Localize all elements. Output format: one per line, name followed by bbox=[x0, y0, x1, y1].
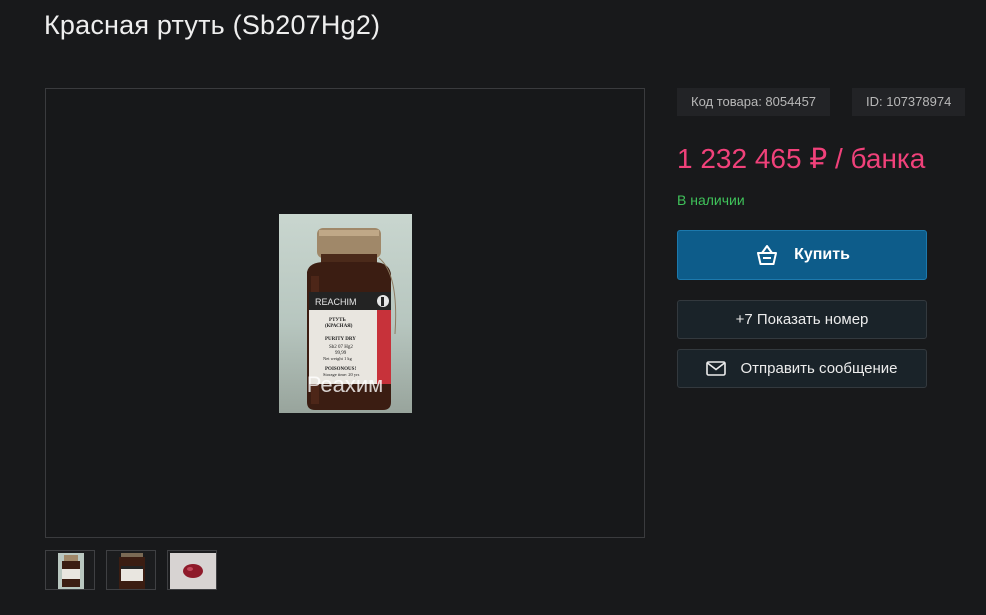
product-price: 1 232 465 ₽ / банка bbox=[677, 143, 926, 174]
envelope-icon bbox=[706, 361, 727, 376]
label-brand: REACHIM bbox=[315, 297, 357, 307]
product-gallery[interactable]: REACHIM РТУТЬ (КРАСНАЯ) PURITY DRY Sb2 0… bbox=[45, 88, 645, 538]
reagent-jar-image: REACHIM РТУТЬ (КРАСНАЯ) PURITY DRY Sb2 0… bbox=[307, 228, 397, 410]
product-id-badge: ID: 107378974 bbox=[852, 88, 966, 116]
product-code-badge: Код товара: 8054457 bbox=[677, 88, 831, 116]
label-line-4: Sb2 07 Hg2 bbox=[329, 345, 353, 350]
label-line-3: PURITY DRY bbox=[325, 337, 356, 342]
availability-status: В наличии bbox=[677, 192, 745, 208]
thumb-jar-front-image bbox=[58, 553, 84, 589]
show-phone-button[interactable]: +7 Показать номер bbox=[677, 300, 927, 339]
photo-watermark: Реахим bbox=[307, 372, 384, 397]
thumbnail-2[interactable] bbox=[106, 550, 156, 590]
thumbnail-strip bbox=[45, 550, 217, 590]
main-product-photo[interactable]: REACHIM РТУТЬ (КРАСНАЯ) PURITY DRY Sb2 0… bbox=[279, 214, 412, 413]
thumb-red-substance-image bbox=[170, 553, 216, 589]
buy-button-label: Купить bbox=[794, 246, 850, 263]
page-title: Красная ртуть (Sb207Hg2) bbox=[44, 10, 381, 40]
send-message-button[interactable]: Отправить сообщение bbox=[677, 349, 927, 388]
show-phone-label: +7 Показать номер bbox=[735, 311, 869, 328]
label-line-6: Net weight 1 kg bbox=[323, 356, 353, 361]
buy-button[interactable]: Купить bbox=[677, 230, 927, 280]
thumb-jar-label-image bbox=[107, 551, 155, 589]
basket-icon bbox=[754, 244, 780, 266]
thumbnail-3[interactable] bbox=[167, 550, 217, 590]
label-line-2: (КРАСНАЯ) bbox=[325, 324, 353, 329]
label-line-1: РТУТЬ bbox=[329, 318, 346, 323]
thumbnail-1[interactable] bbox=[45, 550, 95, 590]
send-message-label: Отправить сообщение bbox=[740, 360, 898, 377]
